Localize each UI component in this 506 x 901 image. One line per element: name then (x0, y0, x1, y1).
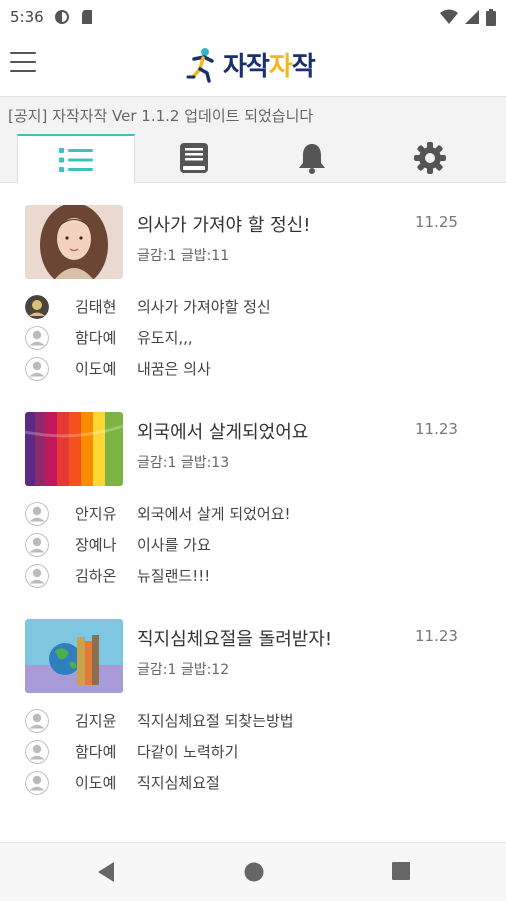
comment-row[interactable]: 장예나 이사를 가요 (25, 529, 495, 560)
comment-row[interactable]: 김하온 뉴질랜드!!! (25, 560, 495, 591)
gear-icon (414, 142, 446, 174)
back-icon[interactable] (96, 861, 116, 883)
default-avatar-icon (25, 708, 49, 733)
book-icon (180, 143, 208, 173)
post-feed: 의사가 가져야 할 정신! 11.25 글감:1 글밥:11 김태현 의사가 가… (0, 183, 506, 804)
tab-book[interactable] (135, 134, 253, 182)
comment-author: 장예나 (75, 536, 117, 554)
default-avatar-icon (25, 532, 49, 557)
logo-text-1: 자작 (223, 52, 270, 82)
post-date: 11.23 (415, 420, 458, 438)
comment-row[interactable]: 함다예 유도지,,, (25, 322, 495, 353)
comment-text: 직지심체요절 되찾는방법 (137, 712, 294, 730)
comment-text: 외국에서 살게 되었어요! (137, 505, 291, 523)
tab-notifications[interactable] (253, 134, 371, 182)
post-thumbnail-globe-books (25, 619, 123, 693)
post-card[interactable]: 외국에서 살게되었어요 11.23 글감:1 글밥:13 안지유 외국에서 살게… (0, 390, 506, 597)
comment-text: 직지심체요절 (137, 774, 220, 792)
comment-text: 다같이 노력하기 (137, 743, 239, 761)
comment-row[interactable]: 이도예 내꿈은 의사 (25, 353, 495, 384)
recent-apps-icon[interactable] (391, 861, 411, 881)
post-meta: 글감:1 글밥:11 (137, 248, 230, 264)
comment-list: 김지윤 직지심체요절 되찾는방법 함다예 다같이 노력하기 이도예 직지심체요절 (25, 705, 495, 798)
app-logo: 자작자작 (185, 46, 316, 83)
comment-text: 뉴질랜드!!! (137, 567, 211, 585)
system-nav-bar (0, 842, 506, 901)
app-bar: 자작자작 (0, 34, 506, 96)
wifi-icon (440, 9, 458, 24)
home-icon[interactable] (243, 861, 265, 883)
post-title: 직지심체요절을 돌려받자! (137, 629, 333, 650)
comment-text: 이사를 가요 (137, 536, 211, 554)
post-meta: 글감:1 글밥:12 (137, 662, 230, 678)
hamburger-menu-icon[interactable] (10, 52, 36, 74)
status-time: 5:36 (10, 8, 44, 26)
post-date: 11.25 (415, 213, 458, 231)
logo-text-2: 자 (268, 52, 293, 82)
default-avatar-icon (25, 501, 49, 526)
battery-icon (486, 8, 496, 26)
status-bar: 5:36 (0, 0, 506, 34)
user-photo-avatar (25, 294, 49, 319)
comment-author: 안지유 (75, 505, 117, 523)
comment-row[interactable]: 이도예 직지심체요절 (25, 767, 495, 798)
bell-icon (299, 144, 325, 174)
default-avatar-icon (25, 356, 49, 381)
comment-author: 김하온 (75, 567, 117, 585)
notice-banner[interactable]: [공지] 자작자작 Ver 1.1.2 업데이트 되었습니다 (0, 96, 506, 134)
tab-list[interactable] (17, 134, 135, 183)
comment-row[interactable]: 안지유 외국에서 살게 되었어요! (25, 498, 495, 529)
post-date: 11.23 (415, 627, 458, 645)
logo-figure-icon (186, 47, 214, 83)
comment-text: 유도지,,, (137, 329, 193, 347)
default-avatar-icon (25, 325, 49, 350)
sd-card-icon (81, 10, 92, 24)
comment-author: 이도예 (75, 774, 117, 792)
post-title: 의사가 가져야 할 정신! (137, 215, 311, 236)
comment-row[interactable]: 김태현 의사가 가져야할 정신 (25, 291, 495, 322)
signal-icon (465, 10, 479, 24)
post-thumbnail-portrait (25, 205, 123, 279)
post-card[interactable]: 의사가 가져야 할 정신! 11.25 글감:1 글밥:11 김태현 의사가 가… (0, 183, 506, 390)
comment-author: 김지윤 (75, 712, 117, 730)
post-thumbnail-paint (25, 412, 123, 486)
comment-author: 함다예 (75, 329, 117, 347)
default-avatar-icon (25, 739, 49, 764)
comment-author: 김태현 (75, 298, 117, 316)
comment-author: 함다예 (75, 743, 117, 761)
default-avatar-icon (25, 563, 49, 588)
data-saver-icon (54, 10, 69, 24)
default-avatar-icon (25, 770, 49, 795)
comment-text: 내꿈은 의사 (137, 360, 211, 378)
tab-bar (0, 134, 506, 183)
post-meta: 글감:1 글밥:13 (137, 455, 230, 471)
list-icon (59, 147, 93, 172)
tab-settings[interactable] (371, 134, 489, 182)
logo-text-3: 작 (291, 52, 316, 82)
post-card[interactable]: 직지심체요절을 돌려받자! 11.23 글감:1 글밥:12 김지윤 직지심체요… (0, 597, 506, 804)
comment-row[interactable]: 함다예 다같이 노력하기 (25, 736, 495, 767)
comment-list: 안지유 외국에서 살게 되었어요! 장예나 이사를 가요 김하온 뉴질랜드!!! (25, 498, 495, 591)
comment-author: 이도예 (75, 360, 117, 378)
comment-text: 의사가 가져야할 정신 (137, 298, 271, 316)
notice-text: [공지] 자작자작 Ver 1.1.2 업데이트 되었습니다 (8, 107, 314, 125)
comment-row[interactable]: 김지윤 직지심체요절 되찾는방법 (25, 705, 495, 736)
post-title: 외국에서 살게되었어요 (137, 422, 309, 443)
comment-list: 김태현 의사가 가져야할 정신 함다예 유도지,,, 이도예 내꿈은 의사 (25, 291, 495, 384)
